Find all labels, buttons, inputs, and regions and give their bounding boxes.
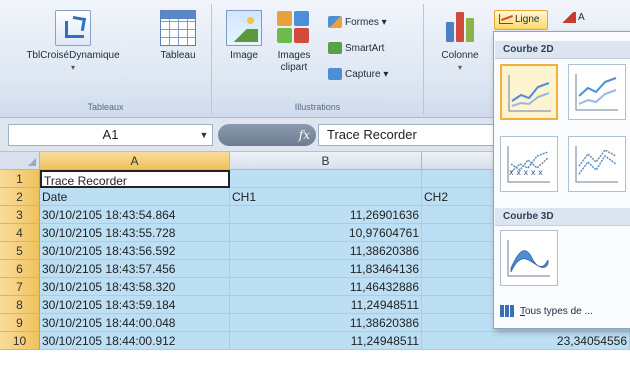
- group-label-illustrations: Illustrations: [294, 102, 341, 112]
- images-clipart-button[interactable]: Images clipart: [270, 10, 318, 74]
- smartart-icon: [328, 42, 342, 55]
- cell-b[interactable]: 11,38620386: [230, 314, 422, 332]
- camera-icon: [328, 68, 342, 81]
- svg-text:x x x x x: x x x x x: [509, 168, 543, 177]
- table-icon: [160, 10, 196, 46]
- colonne-button[interactable]: Colonne ▾: [430, 10, 490, 74]
- all-chart-types-link[interactable]: Tous types de ...: [500, 302, 630, 322]
- cell-a[interactable]: 30/10/2105 18:44:00.912: [40, 332, 230, 350]
- stacked-line-markers-chart-icon: [575, 146, 618, 183]
- cell-a[interactable]: 30/10/2105 18:43:55.728: [40, 224, 230, 242]
- formes-button[interactable]: Formes ▾: [328, 14, 387, 32]
- name-box-dropdown-icon[interactable]: ▼: [196, 124, 212, 146]
- smartart-button[interactable]: SmartArt: [328, 40, 384, 58]
- table-button[interactable]: Tableau: [150, 10, 206, 62]
- row-header[interactable]: 6: [0, 260, 40, 278]
- aire-button[interactable]: A: [562, 12, 585, 23]
- cell-c[interactable]: 23,34054556: [422, 332, 630, 350]
- smartart-label: SmartArt: [345, 43, 385, 54]
- pivot-dropdown-arrow-icon: ▾: [70, 63, 75, 72]
- cell-a[interactable]: 30/10/2105 18:43:54.864: [40, 206, 230, 224]
- cell-b[interactable]: CH1: [230, 188, 422, 206]
- line-3d-chart-option[interactable]: [500, 230, 558, 286]
- group-tableaux: TblCroiséDynamique ▾ Tableau Tableaux: [0, 4, 212, 114]
- name-box[interactable]: A1: [8, 124, 213, 146]
- cell-b[interactable]: 10,97604761: [230, 224, 422, 242]
- row-header[interactable]: 2: [0, 188, 40, 206]
- image-label: Image: [230, 50, 258, 61]
- column-header-a[interactable]: A: [40, 152, 230, 170]
- cell-b[interactable]: 11,83464136: [230, 260, 422, 278]
- line-chart-option[interactable]: [500, 64, 558, 120]
- colonne-dropdown-arrow-icon: ▾: [457, 63, 462, 72]
- formula-input[interactable]: Trace Recorder: [318, 124, 498, 146]
- pivot-table-button[interactable]: TblCroiséDynamique ▾: [8, 10, 138, 74]
- row-header[interactable]: 9: [0, 314, 40, 332]
- cell-a[interactable]: Date: [40, 188, 230, 206]
- row-header[interactable]: 10: [0, 332, 40, 350]
- cell-b[interactable]: 11,38620386: [230, 242, 422, 260]
- cell-b[interactable]: 11,24948511: [230, 296, 422, 314]
- chart-types-icon: [500, 305, 514, 318]
- table-row: 10 30/10/2105 18:44:00.912 11,24948511 23,3…: [0, 332, 630, 350]
- images-clipart-label: Images clipart: [277, 50, 311, 73]
- line-chart-icon: [508, 75, 551, 112]
- stacked-line-chart-option[interactable]: [568, 64, 626, 120]
- cell-a[interactable]: 30/10/2105 18:43:57.456: [40, 260, 230, 278]
- stacked-line-chart-icon: [575, 74, 618, 111]
- colonne-label: Colonne: [441, 50, 479, 61]
- group-illustrations: Image Images clipart Illustrations: [212, 4, 424, 114]
- row-header[interactable]: 3: [0, 206, 40, 224]
- row-header[interactable]: 4: [0, 224, 40, 242]
- cell-b[interactable]: 11,24948511: [230, 332, 422, 350]
- capture-button[interactable]: Capture ▾: [328, 66, 388, 84]
- row-header[interactable]: 8: [0, 296, 40, 314]
- line-markers-chart-option[interactable]: x x x x x: [500, 136, 558, 192]
- cell-b[interactable]: [230, 170, 422, 188]
- row-header[interactable]: 5: [0, 242, 40, 260]
- cell-a[interactable]: 30/10/2105 18:44:00.048: [40, 314, 230, 332]
- insert-function-button[interactable]: fx: [218, 124, 316, 146]
- pivot-table-icon: [55, 10, 91, 46]
- cell-a[interactable]: 30/10/2105 18:43:58.320: [40, 278, 230, 296]
- all-types-label: ous types de ...: [525, 306, 593, 317]
- group-label-tableaux: Tableaux: [87, 102, 124, 112]
- cell-a[interactable]: 30/10/2105 18:43:59.184: [40, 296, 230, 314]
- row-header[interactable]: 1: [0, 170, 40, 188]
- aire-label: A: [578, 12, 585, 24]
- cell-a[interactable]: 30/10/2105 18:43:56.592: [40, 242, 230, 260]
- pivot-table-label: TblCroiséDynamique: [26, 50, 120, 61]
- line-3d-chart-icon: [507, 240, 550, 277]
- stacked-line-markers-chart-option[interactable]: [568, 136, 626, 192]
- image-button[interactable]: Image: [222, 10, 266, 62]
- area-chart-icon: [562, 12, 576, 23]
- ligne-label: Ligne: [515, 14, 540, 25]
- cell-b[interactable]: 11,46432886: [230, 278, 422, 296]
- select-all-button[interactable]: [0, 152, 40, 170]
- active-cell[interactable]: Trace Recorder: [40, 170, 230, 188]
- column-header-b[interactable]: B: [230, 152, 422, 170]
- line-chart-icon: [499, 14, 513, 25]
- ligne-button[interactable]: Ligne ▾: [494, 10, 548, 43]
- shapes-icon: [328, 16, 342, 29]
- row-header[interactable]: 7: [0, 278, 40, 296]
- line-markers-chart-icon: x x x x x: [507, 146, 550, 183]
- section-header-3d: Courbe 3D: [495, 208, 630, 226]
- cell-b[interactable]: 11,26901636: [230, 206, 422, 224]
- image-icon: [226, 10, 262, 46]
- line-chart-gallery: Courbe 2D x x x x x Courbe 3D Tous types…: [493, 31, 630, 329]
- capture-label: Capture: [345, 69, 381, 80]
- formes-label: Formes: [345, 17, 379, 28]
- clipart-icon: [276, 10, 312, 46]
- section-header-2d: Courbe 2D: [495, 41, 630, 59]
- column-chart-icon: [442, 10, 478, 46]
- table-label: Tableau: [160, 50, 196, 61]
